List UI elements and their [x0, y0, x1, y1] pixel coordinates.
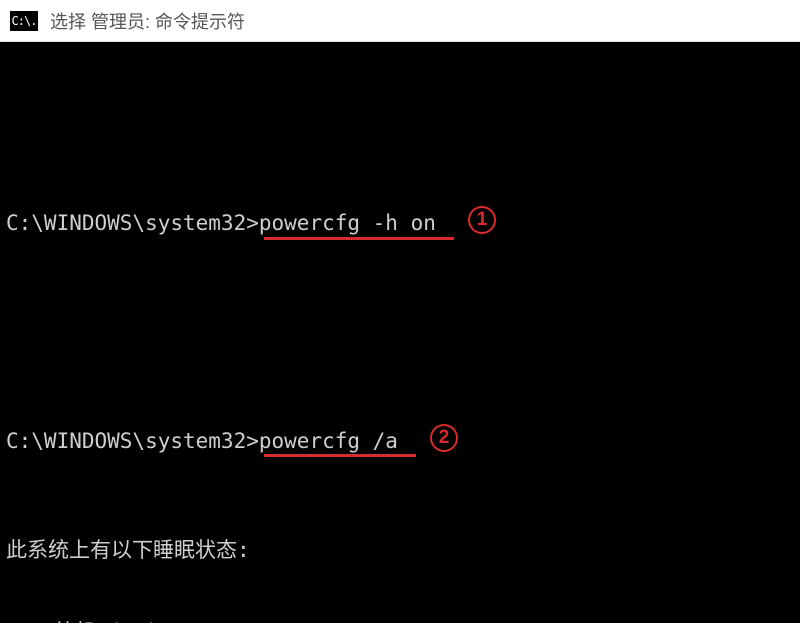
cmd-icon: C:\. — [10, 11, 38, 31]
available-header: 此系统上有以下睡眠状态: — [6, 537, 796, 564]
prompt-1: C:\WINDOWS\system32> — [6, 211, 259, 235]
prompt-2: C:\WINDOWS\system32> — [6, 429, 259, 453]
cmd-1-text: powercfg -h on — [259, 211, 436, 235]
annotation-underline-2 — [264, 454, 416, 457]
command-line-1: C:\WINDOWS\system32>powercfg -h on1 — [6, 210, 796, 237]
command-line-2: C:\WINDOWS\system32>powercfg /a2 — [6, 428, 796, 455]
titlebar[interactable]: C:\. 选择 管理员: 命令提示符 — [0, 0, 800, 42]
annotation-circle-2: 2 — [430, 424, 458, 452]
cmd-2-text: powercfg /a — [259, 429, 398, 453]
terminal-area[interactable]: C:\WINDOWS\system32>powercfg -h on1 C:\W… — [0, 42, 800, 623]
annotation-underline-1 — [264, 237, 454, 240]
window-title: 选择 管理员: 命令提示符 — [50, 8, 245, 34]
cmd-window: C:\. 选择 管理员: 命令提示符 C:\WINDOWS\system32>p… — [0, 0, 800, 623]
annotation-circle-1: 1 — [468, 206, 496, 234]
state-s3: 待机 (S3) — [6, 619, 796, 623]
